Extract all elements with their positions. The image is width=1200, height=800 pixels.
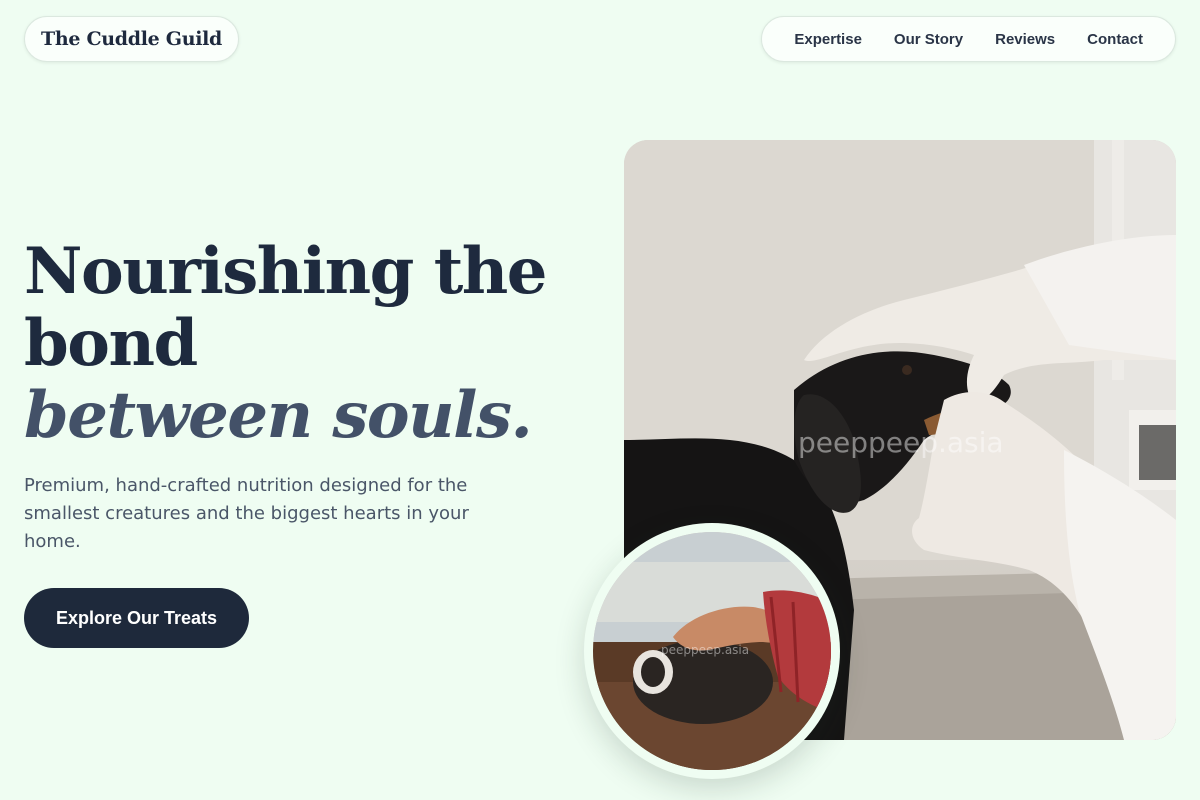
explore-treats-button[interactable]: Explore Our Treats [24, 588, 250, 648]
hero-title-line-2: bond [24, 306, 198, 381]
nav-link-expertise[interactable]: Expertise [794, 31, 862, 48]
hero-title-line-3: between souls. [24, 378, 533, 453]
page: The Cuddle Guild Expertise Our Story Rev… [0, 0, 1200, 800]
inset-photo-frame: peeppeep.asia [584, 523, 840, 779]
hero-subtitle: Premium, hand-crafted nutrition designed… [24, 475, 469, 552]
nav-link-reviews[interactable]: Reviews [995, 31, 1055, 48]
logo[interactable]: The Cuddle Guild [24, 16, 240, 62]
hero-title: Nourishing the bond between souls. [24, 236, 584, 452]
nav-link-our-story[interactable]: Our Story [894, 31, 963, 48]
hero-title-line-1: Nourishing the [24, 234, 548, 309]
main-nav: Expertise Our Story Reviews Contact [761, 16, 1176, 62]
nav-link-contact[interactable]: Contact [1087, 31, 1143, 48]
hand-pet-illustration [593, 532, 831, 770]
inset-photo-hand-pet: peeppeep.asia [593, 532, 831, 770]
